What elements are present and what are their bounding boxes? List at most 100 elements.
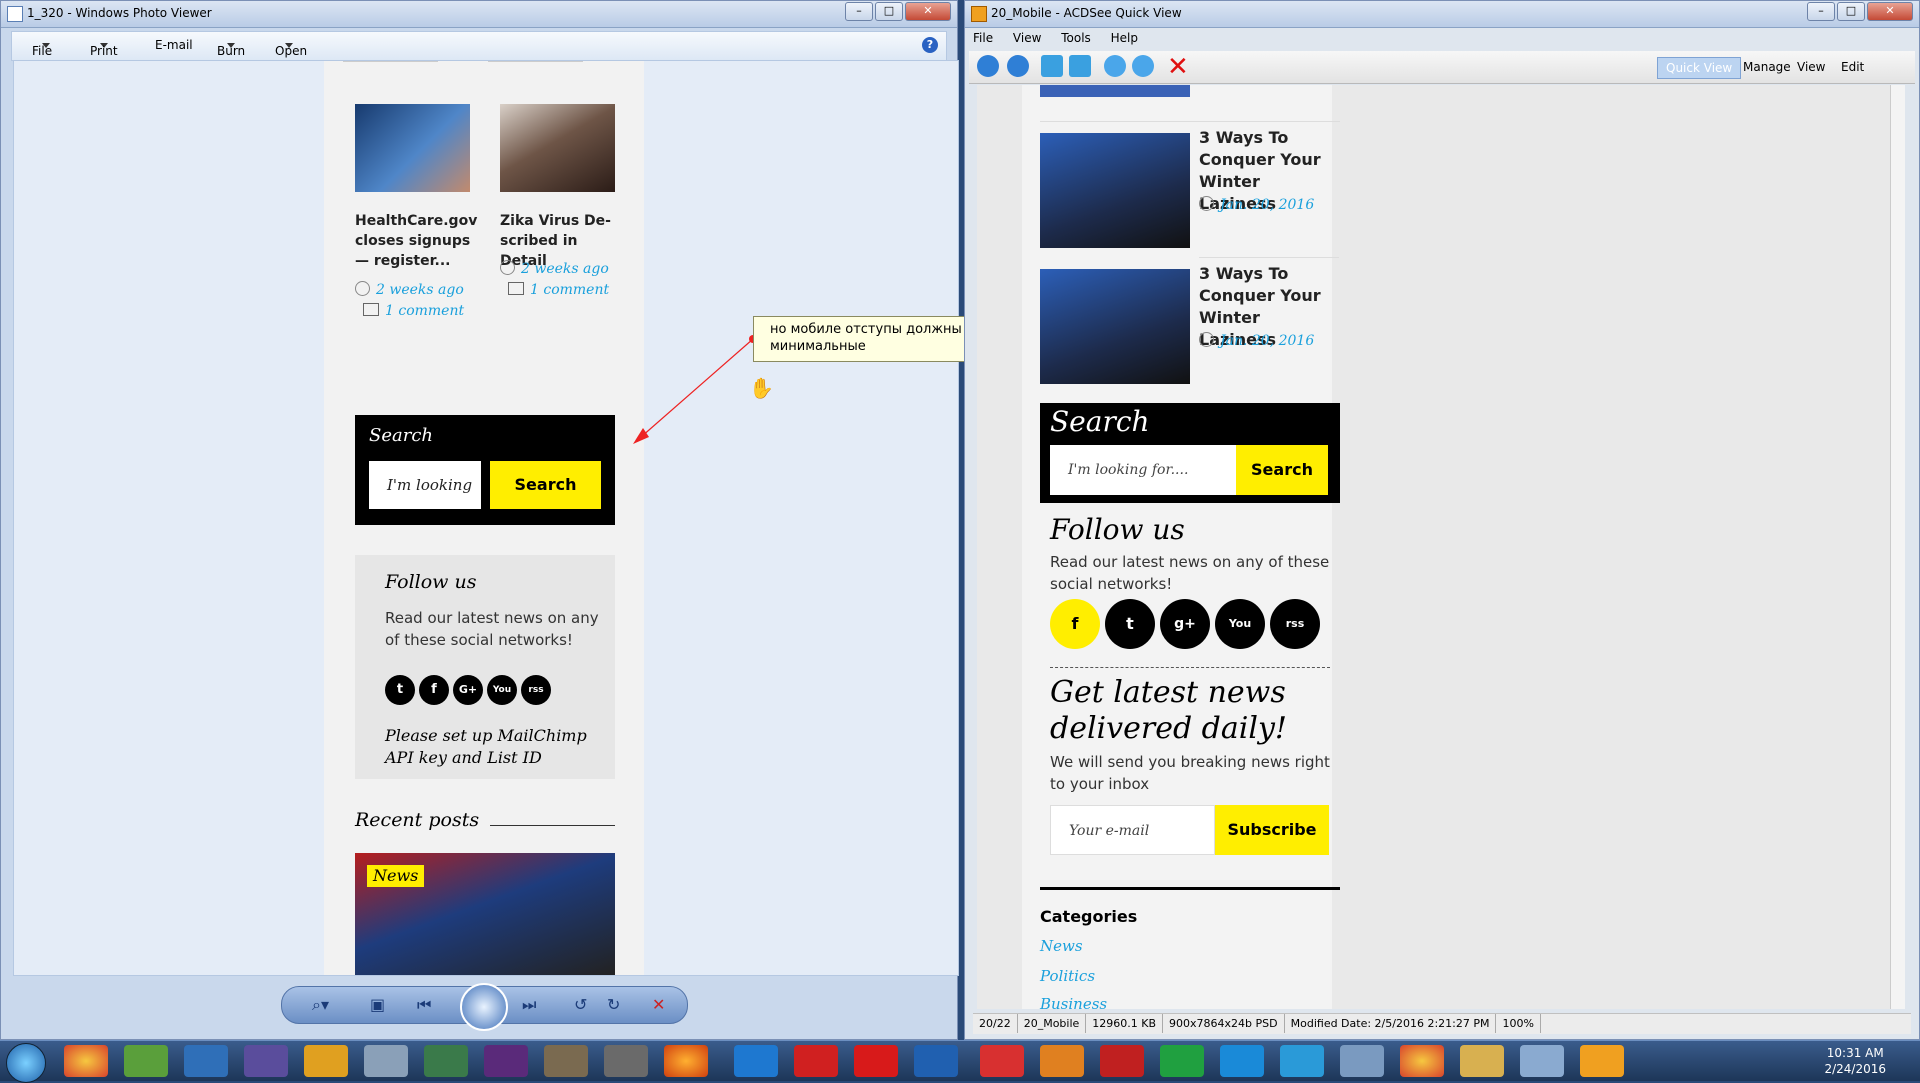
google-plus-icon[interactable]: g+ [1160, 599, 1210, 649]
close-button[interactable]: ✕ [905, 2, 951, 21]
category-link[interactable]: Business [1040, 995, 1107, 1009]
healthcare-thumbnail[interactable] [355, 104, 470, 192]
forward-icon[interactable] [1007, 55, 1029, 77]
acdsee-menubar: File View Tools Help [973, 31, 1154, 49]
minimize-button[interactable]: – [1807, 2, 1835, 21]
card-title[interactable]: HealthCare.gov closes signups — register… [355, 211, 477, 271]
search-widget-title: Search [369, 425, 433, 446]
menu-file[interactable]: File [973, 31, 993, 45]
email-field[interactable]: Your e-mail [1050, 805, 1215, 855]
facebook-icon[interactable]: f [1050, 599, 1100, 649]
app-icon[interactable] [484, 1045, 528, 1077]
menu-burn[interactable]: Burn [217, 38, 245, 58]
clock-time: 10:31 AM [1826, 1046, 1884, 1060]
category-link[interactable]: Politics [1040, 967, 1095, 985]
search-input[interactable]: I'm looking [369, 461, 481, 509]
telegram-icon[interactable] [1280, 1045, 1324, 1077]
recent-post-image[interactable]: News [355, 853, 615, 975]
chrome-icon[interactable] [1400, 1045, 1444, 1077]
app-icon[interactable] [604, 1045, 648, 1077]
photo-viewer-titlebar[interactable]: 1_320 - Windows Photo Viewer – □ ✕ [1, 1, 957, 28]
system-clock[interactable]: 10:31 AM 2/24/2016 [1824, 1045, 1886, 1077]
quick-view-tab[interactable]: Quick View [1657, 57, 1742, 79]
vivaldi-icon[interactable] [980, 1045, 1024, 1077]
skype-s-icon[interactable] [184, 1045, 228, 1077]
edit-tab[interactable]: Edit [1833, 57, 1872, 77]
clock-icon [500, 260, 515, 275]
help-icon[interactable]: ? [922, 37, 938, 53]
photo-viewer-app-icon [7, 6, 23, 22]
rotate-right-icon[interactable]: ↻ [607, 995, 620, 1014]
zoom-out-icon[interactable] [1132, 55, 1154, 77]
app-icon[interactable] [1340, 1045, 1384, 1077]
menu-open[interactable]: Open [275, 38, 307, 58]
scrollbar[interactable] [1890, 85, 1905, 1009]
app-icon[interactable] [304, 1045, 348, 1077]
previous-icon[interactable]: ⏮ [417, 995, 431, 1015]
article-thumbnail[interactable] [1040, 269, 1190, 384]
app-icon[interactable] [544, 1045, 588, 1077]
google-plus-icon[interactable]: G+ [453, 675, 483, 705]
subscribe-button[interactable]: Subscribe [1215, 805, 1329, 855]
internet-explorer-icon[interactable] [734, 1045, 778, 1077]
menu-help[interactable]: Help [1111, 31, 1138, 45]
firefox-icon[interactable] [664, 1045, 708, 1077]
actual-size-icon[interactable]: ▣ [370, 995, 385, 1014]
photo-viewer-image-area: HealthCare.gov closes signups — register… [13, 60, 959, 976]
back-icon[interactable] [977, 55, 999, 77]
article-thumbnail[interactable] [1040, 133, 1190, 248]
youtube-icon[interactable]: You [487, 675, 517, 705]
menu-view[interactable]: View [1013, 31, 1041, 45]
twitter-icon[interactable]: t [1105, 599, 1155, 649]
category-link[interactable]: News [1040, 937, 1083, 955]
app-icon[interactable] [1100, 1045, 1144, 1077]
menu-file[interactable]: File [32, 38, 52, 58]
view-tab[interactable]: View [1789, 57, 1833, 77]
acdsee-titlebar[interactable]: 20_Mobile - ACDSee Quick View – □ ✕ [965, 1, 1919, 28]
youtube-icon[interactable]: You [1215, 599, 1265, 649]
rss-icon[interactable]: rss [521, 675, 551, 705]
app-icon[interactable] [1160, 1045, 1204, 1077]
acdsee-taskbar-icon[interactable] [1580, 1045, 1624, 1077]
zoom-in-icon[interactable] [1104, 55, 1126, 77]
photo-viewer-taskbar-icon[interactable] [1520, 1045, 1564, 1077]
maximize-button[interactable]: □ [875, 2, 903, 21]
start-button[interactable] [6, 1043, 46, 1083]
delete-icon[interactable]: ✕ [652, 995, 665, 1014]
calculator-icon[interactable] [364, 1045, 408, 1077]
search-button[interactable]: Search [490, 461, 601, 509]
menu-tools[interactable]: Tools [1061, 31, 1091, 45]
search-input[interactable]: I'm looking for.... [1050, 445, 1236, 495]
rotate-left-icon[interactable] [1041, 55, 1063, 77]
folder-icon[interactable] [1460, 1045, 1504, 1077]
zoom-icon[interactable]: ⌕▾ [312, 995, 329, 1015]
yandex-icon[interactable] [794, 1045, 838, 1077]
app-icon[interactable] [124, 1045, 168, 1077]
status-dimensions: 900x7864x24b PSD [1163, 1014, 1285, 1033]
slideshow-button[interactable] [460, 983, 508, 1031]
rss-icon[interactable]: rss [1270, 599, 1320, 649]
zika-thumbnail[interactable] [500, 104, 615, 192]
newsletter-title: Get latest news delivered daily! [1050, 675, 1287, 746]
app-icon[interactable] [424, 1045, 468, 1077]
app-icon[interactable] [1040, 1045, 1084, 1077]
twitter-icon[interactable]: t [385, 675, 415, 705]
opera-icon[interactable] [854, 1045, 898, 1077]
article-thumbnail[interactable] [1040, 85, 1190, 97]
skype-icon[interactable] [1220, 1045, 1264, 1077]
chrome-icon[interactable] [64, 1045, 108, 1077]
app-icon[interactable] [914, 1045, 958, 1077]
menu-print[interactable]: Print [90, 38, 118, 58]
delete-icon[interactable]: ✕ [1167, 52, 1189, 82]
rotate-left-icon[interactable]: ↺ [574, 995, 587, 1014]
save-icon[interactable] [244, 1045, 288, 1077]
close-button[interactable]: ✕ [1867, 2, 1913, 21]
facebook-icon[interactable]: f [419, 675, 449, 705]
search-button[interactable]: Search [1236, 445, 1328, 495]
rotate-right-icon[interactable] [1069, 55, 1091, 77]
next-icon[interactable]: ⏭ [522, 995, 536, 1015]
menu-email[interactable]: E-mail [155, 38, 193, 52]
minimize-button[interactable]: – [845, 2, 873, 21]
status-filename: 20_Mobile [1018, 1014, 1087, 1033]
maximize-button[interactable]: □ [1837, 2, 1865, 21]
